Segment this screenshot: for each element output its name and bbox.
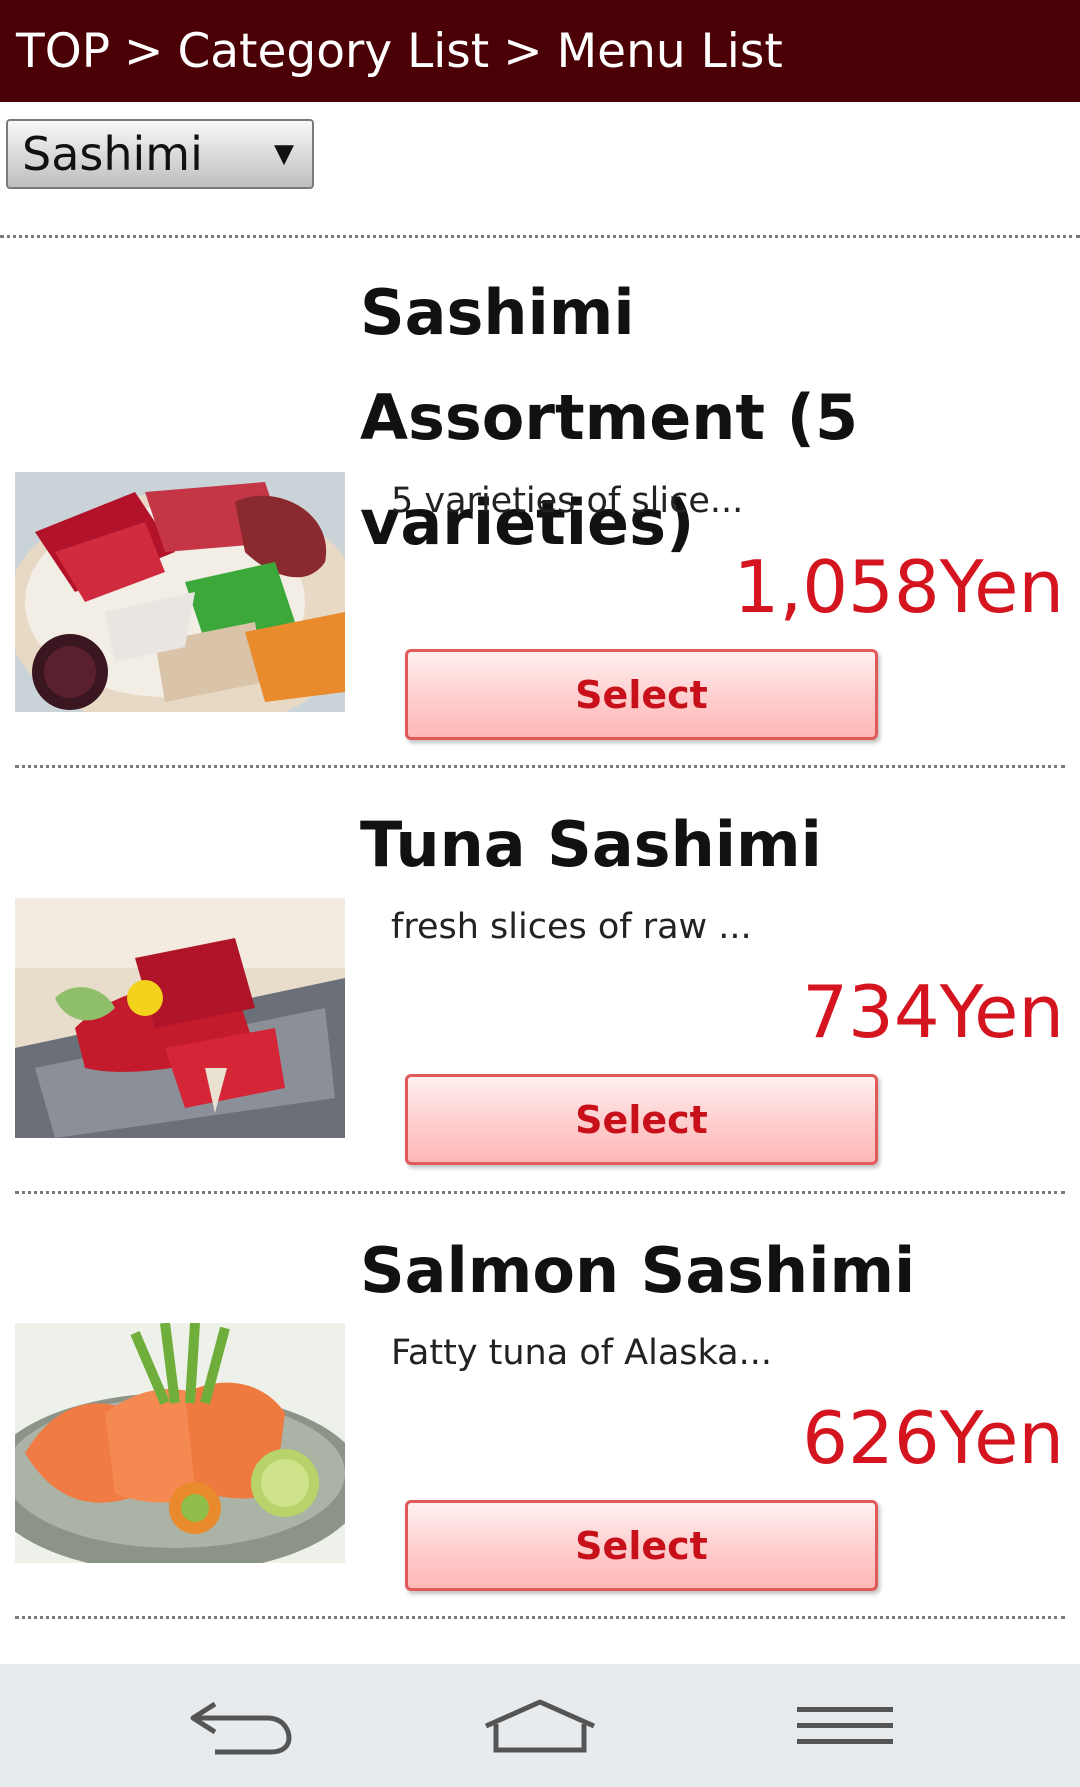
item-price: 1,058Yen [733,545,1064,629]
select-button[interactable]: Select [405,649,878,740]
item-name: Salmon Sashimi [360,1234,916,1307]
salmon-sashimi-photo[interactable] [15,1323,345,1563]
item-description: fresh slices of raw ... [391,907,752,947]
item-price: 626Yen [802,1396,1064,1480]
tuna-sashimi-photo[interactable] [15,898,345,1138]
breadcrumb-current-page: Menu List [556,23,783,79]
category-select[interactable]: Sashimi ▼ [6,119,314,189]
system-navigation-bar [0,1664,1080,1787]
breadcrumb-separator: > [503,23,543,79]
select-button[interactable]: Select [405,1074,878,1165]
divider [15,1191,1065,1194]
category-select-value: Sashimi [22,127,203,181]
item-description: 5 varieties of slice... [391,481,744,521]
item-name: Tuna Sashimi [360,808,822,881]
item-name: Sashimi Assortment (5 varieties) [360,276,859,559]
divider [0,235,1080,238]
menu-icon[interactable] [775,1664,915,1787]
breadcrumb-separator: > [124,23,164,79]
divider [15,1616,1065,1619]
home-icon[interactable] [470,1664,610,1787]
item-description: Fatty tuna of Alaska... [391,1333,773,1373]
breadcrumb-category-list-link[interactable]: Category List [177,24,489,79]
back-arrow-icon[interactable] [170,1664,310,1787]
triangle-down-icon: ▼ [274,139,294,169]
breadcrumb-top-link[interactable]: TOP [16,24,110,79]
item-price: 734Yen [802,970,1064,1054]
breadcrumb: TOP > Category List > Menu List [0,0,1080,102]
sashimi-assortment-photo[interactable] [15,472,345,712]
divider [15,765,1065,768]
select-button[interactable]: Select [405,1500,878,1591]
